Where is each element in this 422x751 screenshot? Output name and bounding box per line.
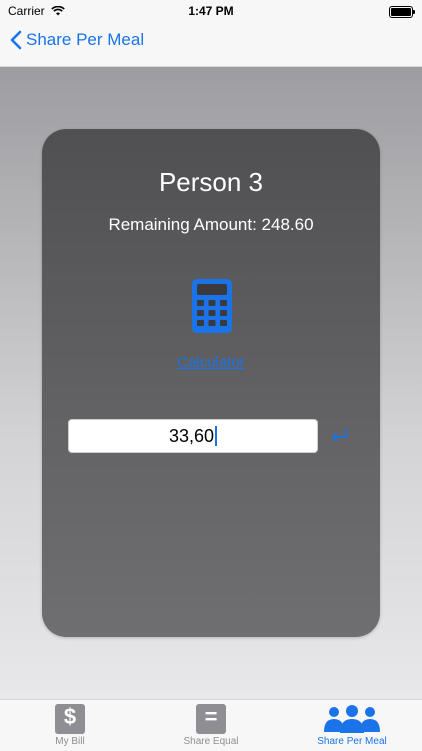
- remaining-amount-label: Remaining Amount:: [108, 215, 257, 234]
- status-time: 1:47 PM: [188, 4, 234, 18]
- tab-bar: $ My Bill = Share Equal Share Per Meal: [0, 699, 422, 751]
- remaining-amount-value: 248.60: [261, 215, 314, 234]
- tab-label: Share Equal: [183, 736, 239, 747]
- person-card: Person 3 Remaining Amount: 248.60 Calcul…: [42, 129, 380, 637]
- tab-label: Share Per Meal: [317, 736, 387, 747]
- tab-share-per-meal[interactable]: Share Per Meal: [282, 704, 422, 750]
- tab-share-equal[interactable]: = Share Equal: [141, 704, 281, 750]
- chevron-left-icon: [10, 30, 22, 50]
- back-button[interactable]: Share Per Meal: [10, 30, 144, 50]
- main-content: Person 3 Remaining Amount: 248.60 Calcul…: [0, 67, 422, 699]
- navigation-bar: Share Per Meal: [0, 22, 422, 67]
- battery-icon: [389, 6, 415, 18]
- back-button-label: Share Per Meal: [26, 30, 145, 49]
- equals-icon: =: [196, 704, 226, 734]
- tab-my-bill[interactable]: $ My Bill: [0, 704, 140, 750]
- status-bar: Carrier 1:47 PM: [0, 0, 422, 22]
- amount-input-value: 33,60: [168, 425, 215, 446]
- return-icon[interactable]: [328, 426, 350, 446]
- remaining-amount: Remaining Amount: 248.60: [42, 215, 380, 235]
- amount-input[interactable]: 33,60: [68, 419, 318, 453]
- people-icon: [324, 705, 380, 733]
- calculator-link[interactable]: Calculator: [42, 354, 380, 371]
- text-caret: [215, 426, 218, 446]
- tab-label: My Bill: [55, 736, 85, 747]
- person-title: Person 3: [158, 167, 264, 197]
- calculator-icon[interactable]: [192, 279, 232, 333]
- dollar-icon: $: [55, 704, 85, 734]
